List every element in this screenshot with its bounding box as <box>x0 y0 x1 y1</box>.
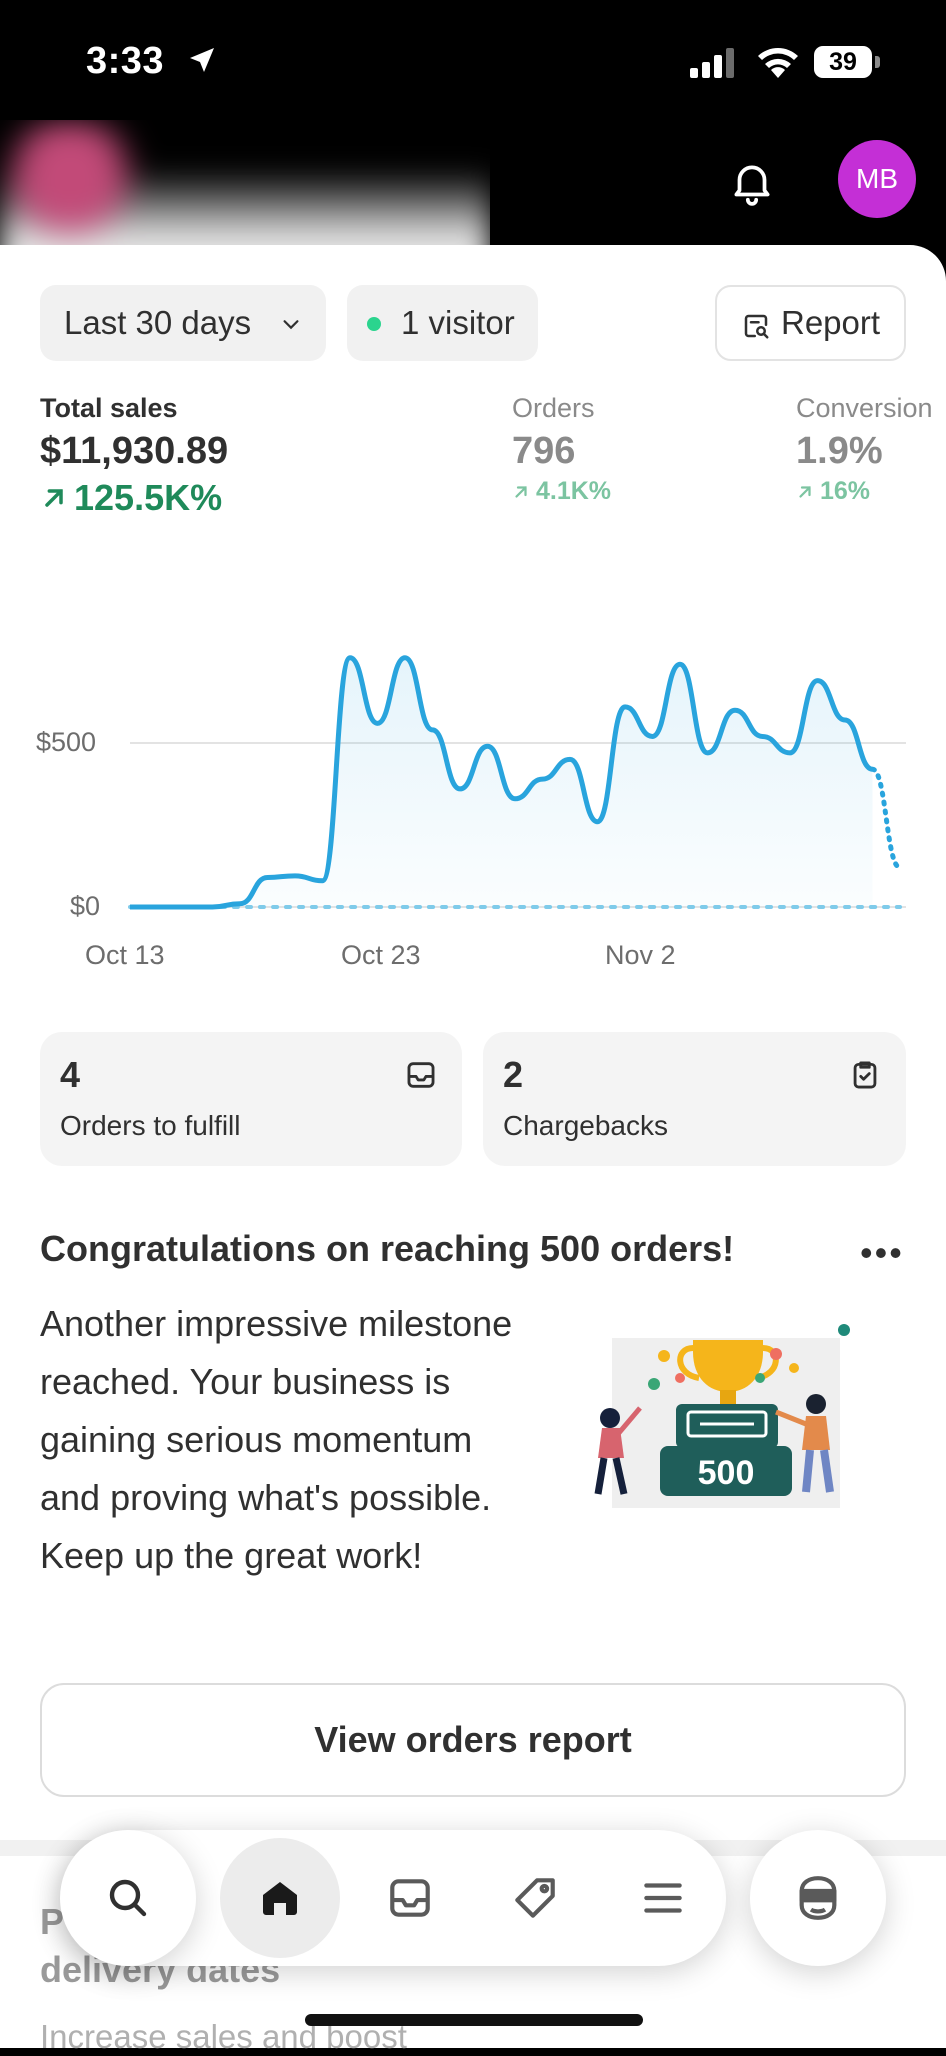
sales-line-chart[interactable] <box>0 600 946 980</box>
sales-area <box>130 657 873 907</box>
live-visitors-label: 1 visitor <box>401 304 515 341</box>
x-tick-label: Oct 23 <box>341 940 421 970</box>
metric-conversion[interactable]: Conversion 1.9% 16% <box>796 393 933 506</box>
chargebacks-card[interactable]: 2 Chargebacks <box>483 1032 906 1166</box>
milestone-title: Congratulations on reaching 500 orders! <box>40 1228 735 1269</box>
orders-to-fulfill-card[interactable]: 4 Orders to fulfill <box>40 1032 462 1166</box>
wifi-icon <box>758 48 798 78</box>
trend-up-icon <box>45 489 63 507</box>
chevron-down-icon <box>283 320 299 330</box>
search-button[interactable] <box>60 1830 196 1966</box>
inbox-icon <box>390 1879 430 1917</box>
home-indicator <box>305 2014 643 2026</box>
milestone-body: Another impressive milestone reached. Yo… <box>40 1303 513 1576</box>
metric-delta: 16% <box>820 477 871 505</box>
menu-icon <box>644 1883 682 1913</box>
card-label: Chargebacks <box>503 1110 668 1141</box>
inbox-icon <box>407 1062 435 1088</box>
metric-delta: 125.5K% <box>74 477 223 518</box>
x-tick-label: Nov 2 <box>605 940 676 970</box>
x-tick-label: Oct 13 <box>85 940 165 970</box>
badge-500: 500 <box>698 1454 755 1492</box>
card-value: 2 <box>503 1054 524 1095</box>
current-period-projection <box>870 766 903 871</box>
bell-icon[interactable] <box>727 157 777 207</box>
card-value: 4 <box>60 1054 81 1095</box>
more-options-icon[interactable]: ••• <box>860 1232 904 1274</box>
metric-value: 1.9% <box>796 430 883 472</box>
report-label: Report <box>781 304 881 341</box>
clock: 3:33 <box>86 40 165 82</box>
date-range-label: Last 30 days <box>64 304 252 341</box>
home-icon <box>263 1882 297 1915</box>
status-bar: 3:33 39 <box>0 0 946 125</box>
metric-total-sales[interactable]: Total sales $11,930.89 125.5K% <box>40 393 228 519</box>
tag-icon <box>515 1878 555 1918</box>
tab-home[interactable] <box>220 1838 340 1958</box>
tab-products[interactable] <box>472 1830 598 1966</box>
metric-orders[interactable]: Orders 796 4.1K% <box>512 393 611 506</box>
tab-menu[interactable] <box>600 1830 726 1966</box>
report-button[interactable]: Report <box>715 285 906 361</box>
date-range-dropdown[interactable]: Last 30 days <box>40 285 326 361</box>
avatar[interactable]: MB <box>838 140 916 218</box>
clipboard-check-icon <box>853 1061 877 1089</box>
live-visitors-button[interactable]: 1 visitor <box>347 285 538 361</box>
sidekick-button[interactable] <box>750 1830 886 1966</box>
metric-label: Orders <box>512 393 595 423</box>
trend-up-icon <box>515 485 527 498</box>
battery-tip <box>875 56 880 68</box>
metric-value: 796 <box>512 430 576 472</box>
tab-orders[interactable] <box>347 1830 473 1966</box>
location-arrow-icon <box>190 48 214 72</box>
view-orders-report-button[interactable]: View orders report <box>40 1683 906 1797</box>
metric-label: Total sales <box>40 393 178 423</box>
search-icon <box>109 1879 147 1917</box>
live-dot <box>367 317 381 331</box>
card-label: Orders to fulfill <box>60 1110 241 1141</box>
trend-up-icon <box>799 485 811 498</box>
metric-value: $11,930.89 <box>40 430 229 472</box>
metric-delta: 4.1K% <box>536 477 612 505</box>
trophy-celebration-illustration: 500 <box>594 1324 850 1508</box>
metric-label: Conversion <box>796 393 933 423</box>
battery-icon: 39 <box>814 46 872 78</box>
cellular-signal-icon <box>690 48 734 78</box>
sidekick-icon <box>799 1876 837 1920</box>
report-icon <box>744 314 769 339</box>
